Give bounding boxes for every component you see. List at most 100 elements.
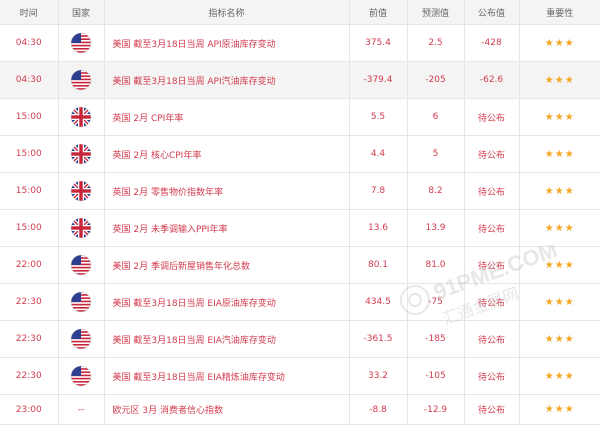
row-country (57, 98, 104, 136)
row-time: 23:00 (0, 394, 58, 425)
table-row[interactable]: 22:30 美国 截至3月18日当周 EIA精炼油库存变动 33.2 -105 待公布 ★… (0, 357, 600, 395)
row-country (57, 61, 104, 99)
row-previous: -361.5 (348, 320, 407, 358)
row-country (57, 246, 104, 284)
row-importance: ★★★ (518, 24, 600, 62)
row-published: 待公布 (463, 246, 519, 284)
row-country (57, 320, 104, 358)
row-indicator-name[interactable]: 英国 2月 核心CPI年率 (103, 135, 349, 173)
row-published: 待公布 (463, 320, 519, 358)
row-previous: 434.5 (348, 283, 407, 321)
row-time: 22:30 (0, 283, 58, 321)
row-time: 15:00 (0, 135, 58, 173)
table-row[interactable]: 15:00 英国 2月 核心CPI年率 4.4 5 待公布 ★★★ (0, 135, 600, 173)
table-row[interactable]: 15:00 英国 2月 CPI年率 5.5 6 待公布 ★★★ (0, 98, 600, 136)
importance-stars-icon: ★★★ (544, 296, 575, 308)
row-forecast: 81.0 (406, 246, 464, 284)
table-row[interactable]: 15:00 英国 2月 零售物价指数年率 7.8 8.2 待公布 ★★★ (0, 172, 600, 210)
row-previous: 7.8 (348, 172, 407, 210)
importance-stars-icon: ★★★ (544, 74, 575, 86)
row-time: 15:00 (0, 98, 58, 136)
country-placeholder: -- (77, 404, 85, 415)
header-country: 国家 (57, 0, 104, 25)
row-forecast: 5 (406, 135, 464, 173)
row-published: 待公布 (463, 172, 519, 210)
table-row[interactable]: 22:30 美国 截至3月18日当周 EIA原油库存变动 434.5 -75 待公布 ★★… (0, 283, 600, 321)
header-previous: 前值 (348, 0, 407, 25)
row-previous: 80.1 (348, 246, 407, 284)
importance-stars-icon: ★★★ (544, 185, 575, 197)
economic-calendar-table: 时间 国家 指标名称 前值 预测值 公布值 重要性 04:30 美国 截至3月18… (0, 0, 600, 425)
row-published: 待公布 (463, 357, 519, 395)
row-published: 待公布 (463, 135, 519, 173)
row-indicator-name[interactable]: 美国 截至3月18日当周 API原油库存变动 (103, 24, 349, 62)
table-row[interactable]: 04:30 美国 截至3月18日当周 API汽油库存变动 -379.4 -205 -62… (0, 61, 600, 99)
uk-flag-icon (70, 217, 92, 239)
row-published: -428 (463, 24, 519, 62)
us-flag-icon (70, 328, 92, 350)
row-forecast: -105 (406, 357, 464, 395)
header-published: 公布值 (463, 0, 519, 25)
row-time: 22:30 (0, 357, 58, 395)
row-indicator-name[interactable]: 美国 截至3月18日当周 EIA汽油库存变动 (103, 320, 349, 358)
importance-stars-icon: ★★★ (544, 111, 575, 123)
us-flag-icon (70, 365, 92, 387)
row-country (57, 135, 104, 173)
row-previous: -379.4 (348, 61, 407, 99)
row-importance: ★★★ (518, 394, 600, 425)
importance-stars-icon: ★★★ (544, 37, 575, 49)
importance-stars-icon: ★★★ (544, 370, 575, 382)
header-time: 时间 (0, 0, 58, 25)
row-previous: 375.4 (348, 24, 407, 62)
us-flag-icon (70, 254, 92, 276)
row-importance: ★★★ (518, 135, 600, 173)
table-header: 时间 国家 指标名称 前值 预测值 公布值 重要性 (0, 0, 600, 25)
row-indicator-name[interactable]: 欧元区 3月 消费者信心指数 (103, 394, 349, 425)
uk-flag-icon (70, 180, 92, 202)
row-indicator-name[interactable]: 美国 2月 季调后新屋销售年化总数 (103, 246, 349, 284)
row-forecast: 6 (406, 98, 464, 136)
table-row[interactable]: 15:00 英国 2月 未季调输入PPI年率 13.6 13.9 待公布 ★★★ (0, 209, 600, 247)
us-flag-icon (70, 32, 92, 54)
row-time: 04:30 (0, 24, 58, 62)
table-row[interactable]: 23:00 -- 欧元区 3月 消费者信心指数 -8.8 -12.9 待公布 ★★★ (0, 394, 600, 425)
table-row[interactable]: 04:30 美国 截至3月18日当周 API原油库存变动 375.4 2.5 -428 ★… (0, 24, 600, 62)
row-previous: 33.2 (348, 357, 407, 395)
row-country (57, 283, 104, 321)
row-time: 15:00 (0, 209, 58, 247)
header-importance: 重要性 (518, 0, 600, 25)
row-time: 22:00 (0, 246, 58, 284)
importance-stars-icon: ★★★ (544, 404, 575, 415)
row-published: -62.6 (463, 61, 519, 99)
row-importance: ★★★ (518, 209, 600, 247)
row-time: 15:00 (0, 172, 58, 210)
importance-stars-icon: ★★★ (544, 259, 575, 271)
row-published: 待公布 (463, 209, 519, 247)
uk-flag-icon (70, 106, 92, 128)
row-previous: 4.4 (348, 135, 407, 173)
row-forecast: 13.9 (406, 209, 464, 247)
table-row[interactable]: 22:00 美国 2月 季调后新屋销售年化总数 80.1 81.0 待公布 ★★★ (0, 246, 600, 284)
row-indicator-name[interactable]: 美国 截至3月18日当周 EIA精炼油库存变动 (103, 357, 349, 395)
row-previous: 5.5 (348, 98, 407, 136)
row-indicator-name[interactable]: 美国 截至3月18日当周 EIA原油库存变动 (103, 283, 349, 321)
row-indicator-name[interactable]: 英国 2月 未季调输入PPI年率 (103, 209, 349, 247)
row-forecast: -12.9 (406, 394, 464, 425)
uk-flag-icon (70, 143, 92, 165)
us-flag-icon (70, 69, 92, 91)
row-indicator-name[interactable]: 美国 截至3月18日当周 API汽油库存变动 (103, 61, 349, 99)
row-importance: ★★★ (518, 61, 600, 99)
row-indicator-name[interactable]: 英国 2月 CPI年率 (103, 98, 349, 136)
row-country: -- (57, 394, 104, 425)
row-importance: ★★★ (518, 357, 600, 395)
header-indicator-name: 指标名称 (103, 0, 349, 25)
importance-stars-icon: ★★★ (544, 148, 575, 160)
row-country (57, 24, 104, 62)
table-row[interactable]: 22:30 美国 截至3月18日当周 EIA汽油库存变动 -361.5 -185 待公布… (0, 320, 600, 358)
row-forecast: -185 (406, 320, 464, 358)
row-importance: ★★★ (518, 98, 600, 136)
header-forecast: 预测值 (406, 0, 464, 25)
row-indicator-name[interactable]: 英国 2月 零售物价指数年率 (103, 172, 349, 210)
row-published: 待公布 (463, 283, 519, 321)
row-published: 待公布 (463, 98, 519, 136)
